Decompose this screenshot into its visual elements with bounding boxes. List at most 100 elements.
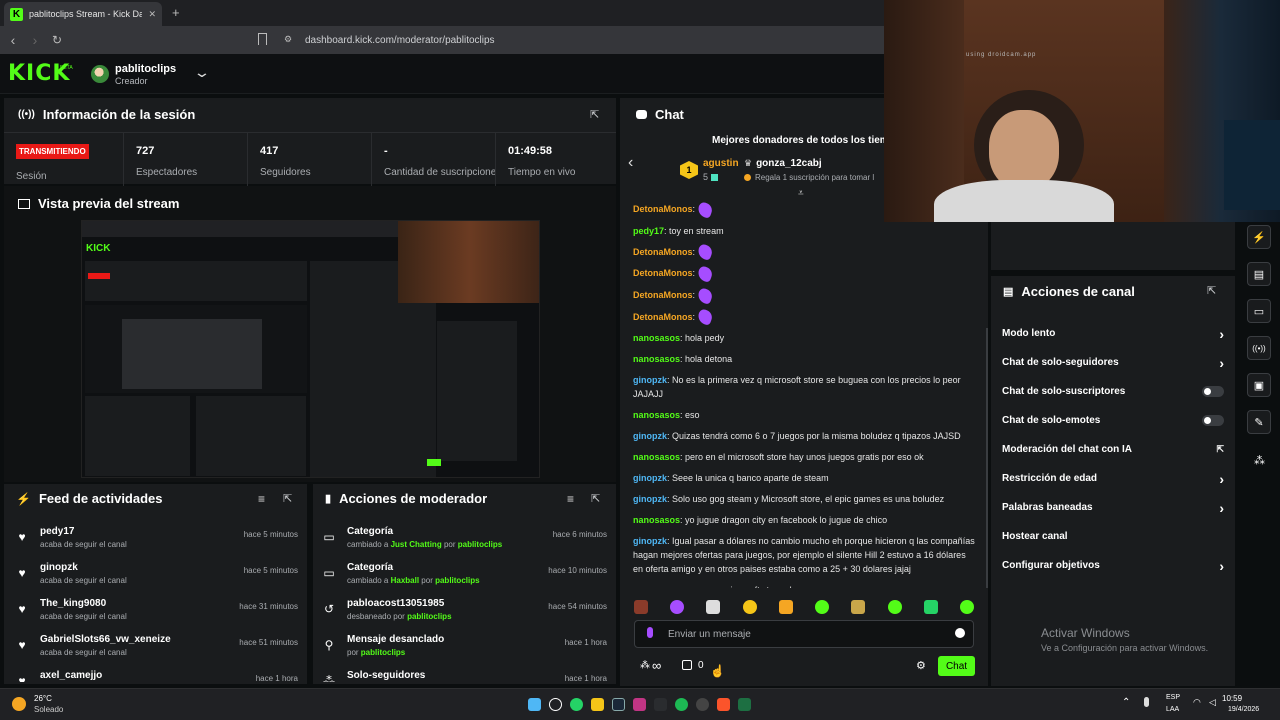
points-icon[interactable] [682,660,692,670]
chat-username[interactable]: nanosasos [633,333,680,343]
action-target[interactable]: pablitoclips [407,612,451,621]
filter-icon[interactable]: ≡ [567,492,574,506]
weather-icon[interactable] [12,697,26,711]
moderator-action-item[interactable]: ↺ pabloacost13051985 desbaneado por pablit… [321,598,607,634]
chevron-up-icon[interactable]: ⌃ [1122,697,1130,708]
chat-message[interactable]: nanosasos: hola detona [633,352,975,366]
chat-username[interactable]: ginopzk [633,473,667,483]
channel-action-item[interactable]: Moderación del chat con IA ⇱ [991,435,1235,464]
app-icon[interactable] [654,698,667,711]
chat-username[interactable]: DetonaMonos [633,204,693,214]
activity-user[interactable]: axel_camejjo [40,670,102,681]
document-shortcut-icon[interactable]: ▤ [1247,262,1271,286]
channel-action-item[interactable]: Chat de solo-suscriptores [991,377,1235,406]
settings-icon[interactable]: ⚙ [916,659,926,672]
chevron-left-icon[interactable]: ‹ [628,154,633,172]
emote-picker-icon[interactable] [887,600,902,614]
reload-icon[interactable]: ↻ [46,29,68,51]
donor-name[interactable]: agustin [703,158,739,169]
broadcast-shortcut-icon[interactable]: ((•)) [1247,336,1271,360]
chat-message[interactable]: nanosasos: eso [633,408,975,422]
wrench-shortcut-icon[interactable]: ✎ [1247,410,1271,434]
emote-picker-icon[interactable] [706,600,721,614]
action-by[interactable]: pablitoclips [435,576,479,585]
steam-icon[interactable] [612,698,625,711]
chat-message[interactable]: DetonaMonos: [633,243,975,262]
chat-message[interactable]: ginopzk: Igual pasar a dólares no cambio… [633,534,975,576]
language-primary[interactable]: ESP [1166,694,1180,701]
channel-action-item[interactable]: Hostear canal [991,522,1235,551]
donor2-name[interactable]: gonza_12cabj [756,158,822,169]
popout-icon[interactable]: ⇱ [591,492,600,505]
moderator-action-item[interactable]: ▭ Categoría cambiado a Just Chatting por p… [321,526,607,562]
chat-username[interactable]: nanosasos [633,585,680,588]
search-icon[interactable] [549,698,562,711]
chat-username[interactable]: ginopzk [633,494,667,504]
popout-icon[interactable]: ⇱ [1207,284,1216,297]
start-icon[interactable] [528,698,541,711]
chat-message[interactable]: ginopzk: Seee la unica q banco aparte de… [633,471,975,485]
activity-feed-item[interactable]: ♥ The_king9080 acaba de seguir el canal hac… [14,598,298,634]
emote-picker-icon[interactable] [742,600,757,614]
file-explorer-icon[interactable] [591,698,604,711]
instagram-icon[interactable] [633,698,646,711]
emote-picker-icon[interactable] [670,600,685,614]
emote-picker-icon[interactable] [923,600,938,614]
browser-tab[interactable]: K pablitoclips Stream - Kick Dashb ✕ [4,2,162,26]
chat-message[interactable]: ginopzk: Quizas tendrá como 6 o 7 juegos… [633,429,975,443]
chat-username[interactable]: pedy17 [633,226,664,236]
chat-message[interactable]: DetonaMonos: [633,286,975,305]
activity-feed-item[interactable]: ♥ ginopzk acaba de seguir el canal hace 5 m… [14,562,298,598]
chat-message[interactable]: nanosasos: yo jugue dragon city en faceb… [633,513,975,527]
spotify-icon[interactable] [675,698,688,711]
chat-input[interactable]: Enviar un mensaje [634,620,974,648]
chat-shortcut-icon[interactable]: ▭ [1247,299,1271,323]
chat-username[interactable]: DetonaMonos [633,290,693,300]
collapse-icon[interactable]: ⩡ [798,188,804,199]
emote-picker-icon[interactable] [634,600,648,614]
channel-action-item[interactable]: Configurar objetivos › [991,551,1235,580]
bookmark-icon[interactable] [258,33,267,45]
chat-message[interactable]: ginopzk: No es la primera vez q microsof… [633,373,975,401]
action-by[interactable]: pablitoclips [458,540,502,549]
chat-username[interactable]: nanosasos [633,452,680,462]
new-tab-icon[interactable]: + [172,5,180,20]
toggle-switch[interactable] [1202,386,1224,397]
chat-username[interactable]: ginopzk [633,536,667,546]
avatar[interactable] [91,65,109,83]
activity-user[interactable]: pedy17 [40,526,127,537]
chat-message[interactable]: DetonaMonos: [633,308,975,327]
lightning-shortcut-icon[interactable]: ⚡ [1247,225,1271,249]
moderator-action-item[interactable]: ▭ Categoría cambiado a Haxball por pablito… [321,562,607,598]
add-widget-icon[interactable]: ⁂ [1254,454,1265,467]
toggle-switch[interactable] [1202,415,1224,426]
activity-user[interactable]: GabrielSlots66_vw_xeneize [40,634,171,645]
action-target[interactable]: pablitoclips [361,648,405,657]
channel-action-item[interactable]: Restricción de edad › [991,464,1235,493]
channel-action-item[interactable]: Modo lento › [991,319,1235,348]
excel-icon[interactable] [738,698,751,711]
channel-action-item[interactable]: Palabras baneadas › [991,493,1235,522]
activity-feed-item[interactable]: ♥ axel_camejjo hace 1 hora [14,670,298,682]
chevron-down-icon[interactable]: ⌄ [193,64,211,81]
chat-username[interactable]: DetonaMonos [633,312,693,322]
chat-message[interactable]: nanosasos: pero en el microsoft store ha… [633,450,975,464]
chat-username[interactable]: nanosasos [633,515,680,525]
channel-username[interactable]: pablitoclips [115,63,176,75]
filter-icon[interactable]: ≡ [258,492,265,506]
site-info-icon[interactable]: ⚙ [284,34,292,45]
activity-feed-item[interactable]: ♥ GabrielSlots66_vw_xeneize acaba de segui… [14,634,298,670]
chat-username[interactable]: DetonaMonos [633,247,693,257]
microphone-tray-icon[interactable] [1144,697,1149,707]
chat-username[interactable]: ginopzk [633,431,667,441]
activity-user[interactable]: ginopzk [40,562,127,573]
chat-username[interactable]: nanosasos [633,410,680,420]
emoji-icon[interactable] [955,628,965,638]
moderator-action-item[interactable]: ⁂ Solo-seguidores hace 1 hora [321,670,607,682]
chat-username[interactable]: DetonaMonos [633,268,693,278]
chat-username[interactable]: ginopzk [633,375,667,385]
volume-icon[interactable]: ◁ [1209,697,1216,708]
popout-icon[interactable]: ⇱ [590,108,599,121]
emote-picker-icon[interactable] [851,600,866,614]
close-tab-icon[interactable]: ✕ [148,9,156,20]
